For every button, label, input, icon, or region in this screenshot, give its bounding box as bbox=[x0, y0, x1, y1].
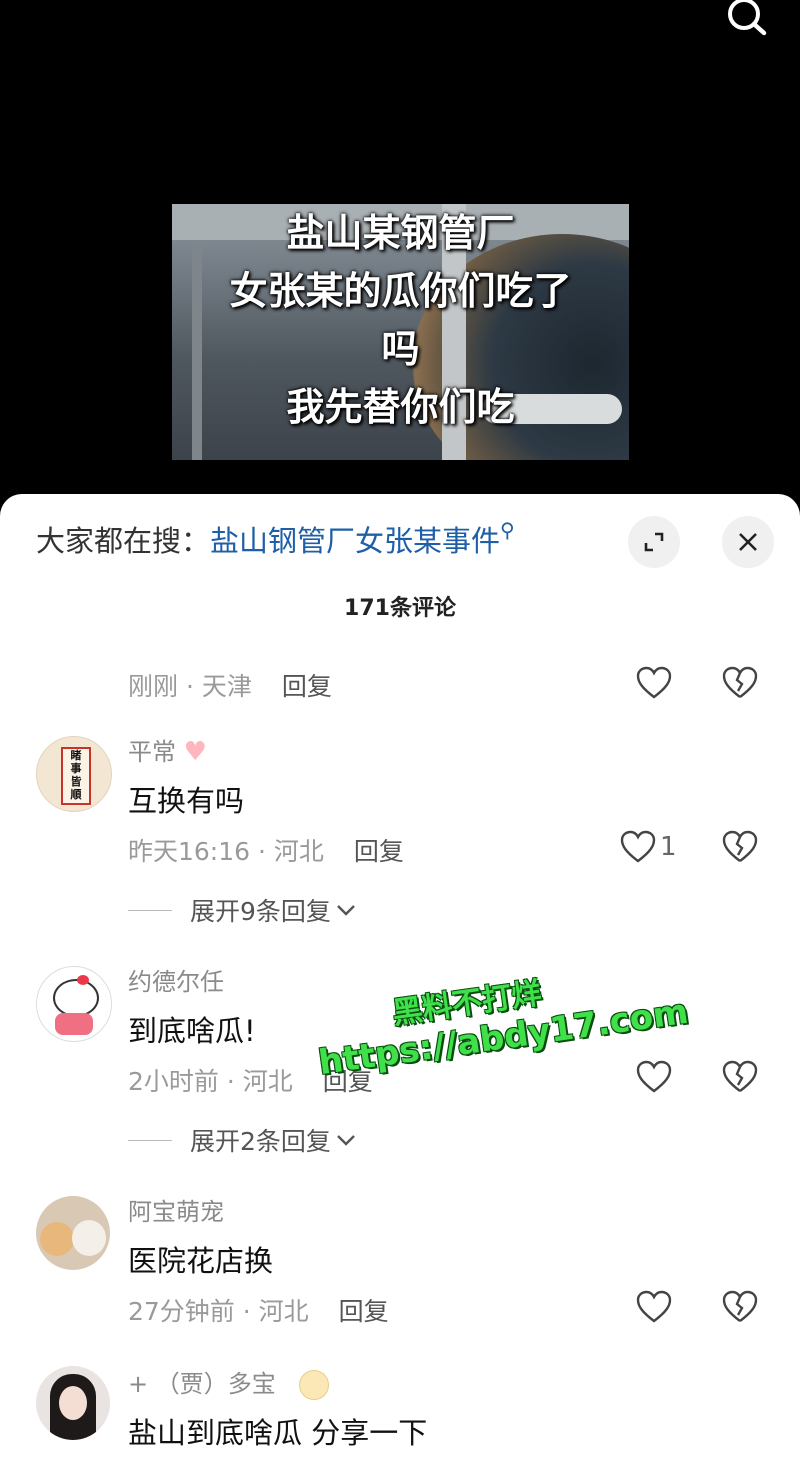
caption-line-3: 吗 bbox=[381, 327, 420, 371]
avatar[interactable] bbox=[36, 1196, 110, 1270]
expand-icon[interactable] bbox=[628, 516, 680, 568]
comment-meta: 27分钟前 · 河北 回复 bbox=[128, 1297, 389, 1326]
video-caption: 盐山某钢管厂 女张某的瓜你们吃了 吗 我先替你们吃 bbox=[172, 204, 629, 436]
dislike-button[interactable] bbox=[722, 830, 758, 868]
comment-text: 盐山到底啥瓜 分享一下 bbox=[128, 1416, 428, 1450]
comment-username[interactable]: + （贾）多宝 bbox=[128, 1364, 330, 1400]
broken-heart-icon bbox=[722, 1290, 758, 1322]
username-text: 平常 bbox=[128, 738, 176, 766]
reply-button[interactable]: 回复 bbox=[354, 837, 404, 866]
avatar[interactable] bbox=[36, 1366, 110, 1440]
heart-icon bbox=[636, 1290, 672, 1323]
comment-region: 河北 bbox=[258, 1297, 309, 1326]
expand-replies-label: 展开2条回复 bbox=[190, 1127, 331, 1156]
avatar[interactable] bbox=[36, 966, 112, 1042]
chevron-down-icon bbox=[337, 1135, 355, 1146]
comment-username[interactable]: 平常 ♥ bbox=[128, 732, 207, 767]
comment-meta: 昨天16:16 · 河北 回复 bbox=[128, 837, 404, 866]
trending-query-link[interactable]: 盐山钢管厂女张某事件 bbox=[210, 524, 500, 558]
broken-heart-icon bbox=[722, 830, 758, 862]
heart-icon bbox=[620, 830, 656, 863]
comment-time: 刚刚 bbox=[128, 672, 179, 701]
trending-prefix: 大家都在搜： bbox=[36, 524, 211, 558]
heart-icon bbox=[636, 666, 672, 699]
comment-region: 河北 bbox=[242, 1067, 293, 1096]
comment-time: 27分钟前 bbox=[128, 1297, 235, 1326]
emoji-icon bbox=[299, 1370, 330, 1400]
caption-line-1: 盐山某钢管厂 bbox=[286, 211, 515, 255]
dislike-button[interactable] bbox=[722, 666, 758, 704]
expand-replies-button[interactable]: 展开2条回复 bbox=[128, 1122, 357, 1158]
like-button[interactable]: 1 bbox=[620, 830, 677, 864]
close-icon[interactable] bbox=[722, 516, 774, 568]
comment-meta: 刚刚 · 天津 回复 bbox=[128, 672, 332, 701]
dislike-button[interactable] bbox=[722, 1060, 758, 1098]
caption-line-2: 女张某的瓜你们吃了 bbox=[229, 269, 572, 313]
caption-line-4: 我先替你们吃 bbox=[286, 385, 515, 429]
comment-text: 医院花店换 bbox=[128, 1244, 274, 1278]
comment-time: 2小时前 bbox=[128, 1067, 219, 1096]
expand-replies-button[interactable]: 展开9条回复 bbox=[128, 892, 357, 928]
chevron-down-icon bbox=[337, 905, 355, 916]
comment-text: 到底啥瓜! bbox=[128, 1014, 256, 1048]
comment-username[interactable]: 约德尔任 bbox=[128, 962, 224, 997]
comment-region: 天津 bbox=[201, 672, 252, 701]
like-button[interactable] bbox=[636, 666, 676, 700]
comment-region: 河北 bbox=[273, 837, 324, 866]
reply-button[interactable]: 回复 bbox=[339, 1297, 389, 1326]
search-small-icon: ⚲ bbox=[500, 518, 515, 542]
username-text: + （贾）多宝 bbox=[128, 1370, 276, 1398]
pink-heart-icon: ♥ bbox=[183, 737, 207, 767]
search-icon[interactable] bbox=[720, 0, 776, 40]
reply-button[interactable]: 回复 bbox=[282, 672, 332, 701]
video-frame: 盐山某钢管厂 女张某的瓜你们吃了 吗 我先替你们吃 bbox=[172, 204, 629, 460]
like-count: 1 bbox=[660, 832, 677, 862]
trending-search[interactable]: 大家都在搜：盐山钢管厂女张某事件⚲ bbox=[36, 518, 515, 560]
expand-replies-label: 展开9条回复 bbox=[190, 897, 331, 926]
dislike-button[interactable] bbox=[722, 1290, 758, 1328]
heart-icon bbox=[636, 1060, 672, 1093]
comment-count: 171条评论 bbox=[344, 596, 456, 621]
comment-text: 互换有吗 bbox=[128, 784, 245, 818]
comment-username[interactable]: 阿宝萌宠 bbox=[128, 1192, 224, 1227]
like-button[interactable] bbox=[636, 1290, 676, 1324]
comment-time: 昨天16:16 bbox=[128, 837, 251, 866]
like-button[interactable] bbox=[636, 1060, 676, 1094]
broken-heart-icon bbox=[722, 666, 758, 698]
broken-heart-icon bbox=[722, 1060, 758, 1092]
avatar[interactable]: 睹事皆順 bbox=[36, 736, 112, 812]
video-player[interactable]: 盐山某钢管厂 女张某的瓜你们吃了 吗 我先替你们吃 bbox=[0, 0, 800, 510]
